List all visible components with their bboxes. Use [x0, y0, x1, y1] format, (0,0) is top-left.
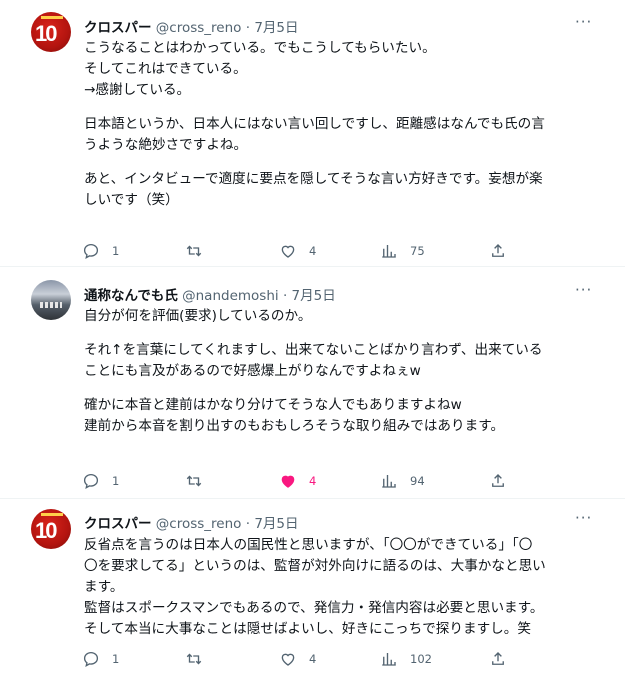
view-count: 94 — [410, 474, 425, 488]
tweet-line: こうなることはわかっている。でもこうしてもらいたい。 — [84, 40, 436, 56]
avatar[interactable]: 10 — [31, 509, 71, 549]
display-name[interactable]: クロスパー — [84, 516, 152, 532]
timestamp[interactable]: 7月5日 — [254, 516, 298, 532]
like-button[interactable]: 4 — [279, 471, 316, 491]
reply-button[interactable]: 1 — [82, 241, 119, 261]
like-count: 4 — [309, 474, 317, 488]
avatar[interactable] — [31, 280, 71, 320]
tweet-text: 自分が何を評価(要求)しているのか。 それ↑を言葉にしてくれますし、出来てないこ… — [84, 306, 604, 437]
tweet-line: ことにも言及があるので好感爆上がりなんですよねぇw — [84, 363, 421, 379]
tweet-line: 確かに本音と建前はかなり分けてそうな人でもありますよねw — [84, 397, 462, 413]
views-icon — [382, 653, 396, 666]
tweet-line: あと、インタビューで適度に要点を隠してそうな言い方好きです。妄想が楽 — [84, 171, 543, 187]
like-count: 4 — [309, 244, 317, 258]
views-button[interactable]: 94 — [380, 471, 425, 491]
tweet-header: クロスパー @cross_reno · 7月5日 — [84, 16, 299, 36]
tweet-line: 監督はスポークスマンでもあるので、発信力・発信内容は必要と思います。 — [84, 600, 544, 616]
view-count: 75 — [410, 244, 425, 258]
separator: · — [245, 516, 251, 532]
share-icon — [492, 652, 504, 665]
tweet-line: 自分が何を評価(要求)しているのか。 — [84, 308, 312, 324]
tweet[interactable]: 通称なんでも氏 @nandemoshi · 7月5日 ··· 自分が何を評価(要… — [0, 267, 625, 499]
tweet[interactable]: 10 クロスパー @cross_reno · 7月5日 ··· こうなることはわ… — [0, 0, 625, 267]
like-button[interactable]: 4 — [279, 241, 316, 261]
separator: · — [282, 288, 288, 304]
share-button[interactable] — [489, 471, 507, 491]
tweet-line: 反省点を言うのは日本人の国民性と思いますが、「〇〇ができている」「〇 — [84, 537, 533, 553]
retweet-button[interactable] — [185, 241, 203, 261]
separator: · — [245, 20, 251, 36]
views-icon — [382, 475, 396, 488]
reply-button[interactable]: 1 — [82, 471, 119, 491]
tweet-line: →感謝している。 — [84, 82, 191, 98]
reply-count: 1 — [112, 652, 120, 666]
like-icon — [281, 245, 295, 258]
handle[interactable]: @cross_reno — [156, 20, 242, 36]
reply-count: 1 — [112, 474, 120, 488]
tweet-text: 反省点を言うのは日本人の国民性と思いますが、「〇〇ができている」「〇 〇を要求し… — [84, 535, 604, 640]
display-name[interactable]: クロスパー — [84, 20, 152, 36]
share-icon — [492, 474, 504, 487]
share-icon — [492, 244, 504, 257]
tweet-line: 〇を要求してる」というのは、監督が対外向けに語るのは、大事かなと思い — [84, 558, 546, 574]
views-button[interactable]: 102 — [380, 649, 432, 669]
views-button[interactable]: 75 — [380, 241, 425, 261]
timestamp[interactable]: 7月5日 — [254, 20, 298, 36]
tweet-line: それ↑を言葉にしてくれますし、出来てないことばかり言わず、出来ている — [84, 342, 543, 358]
more-icon[interactable]: ··· — [575, 281, 592, 299]
tweet-line: 日本語というか、日本人にはない言い回しですし、距離感はなんでも氏の言 — [84, 116, 545, 132]
view-count: 102 — [410, 652, 432, 666]
like-button[interactable]: 4 — [279, 649, 316, 669]
reply-icon — [83, 243, 99, 260]
tweet[interactable]: 10 クロスパー @cross_reno · 7月5日 ··· 反省点を言うのは… — [0, 499, 625, 687]
tweet-line: そして本当に大事なことは隠せばよいし、好きにこっちで探りますし。笑 — [84, 621, 531, 637]
handle[interactable]: @cross_reno — [156, 516, 242, 532]
reply-icon — [83, 651, 99, 668]
tweet-line: そしてこれはできている。 — [84, 61, 247, 77]
reply-icon — [83, 473, 99, 490]
like-icon — [281, 653, 295, 666]
tweet-header: 通称なんでも氏 @nandemoshi · 7月5日 — [84, 284, 336, 304]
display-name[interactable]: 通称なんでも氏 — [84, 288, 178, 304]
tweet-text: こうなることはわかっている。でもこうしてもらいたい。 そしてこれはできている。 … — [84, 38, 604, 211]
tweet-line: しいです（笑） — [84, 192, 179, 208]
retweet-icon — [186, 245, 202, 257]
like-count: 4 — [309, 652, 317, 666]
reply-button[interactable]: 1 — [82, 649, 119, 669]
share-button[interactable] — [489, 241, 507, 261]
share-button[interactable] — [489, 649, 507, 669]
tweet-line: 建前から本音を割り出すのもおもしろそうな取り組みではあります。 — [84, 418, 505, 434]
reply-count: 1 — [112, 244, 120, 258]
tweet-header: クロスパー @cross_reno · 7月5日 — [84, 512, 299, 532]
tweet-actions: 1 4 75 — [82, 241, 522, 261]
handle[interactable]: @nandemoshi — [182, 288, 279, 304]
retweet-button[interactable] — [185, 649, 203, 669]
retweet-icon — [186, 475, 202, 487]
views-icon — [382, 245, 396, 258]
retweet-button[interactable] — [185, 471, 203, 491]
tweet-actions: 1 4 102 — [82, 649, 522, 669]
tweet-actions: 1 4 94 — [82, 471, 522, 491]
tweet-line: うような絶妙さですよね。 — [84, 137, 248, 153]
more-icon[interactable]: ··· — [575, 509, 592, 527]
like-icon — [281, 475, 295, 488]
tweet-line: ます。 — [84, 579, 124, 595]
timestamp[interactable]: 7月5日 — [292, 288, 336, 304]
retweet-icon — [186, 653, 202, 665]
avatar[interactable]: 10 — [31, 12, 71, 52]
more-icon[interactable]: ··· — [575, 13, 592, 31]
